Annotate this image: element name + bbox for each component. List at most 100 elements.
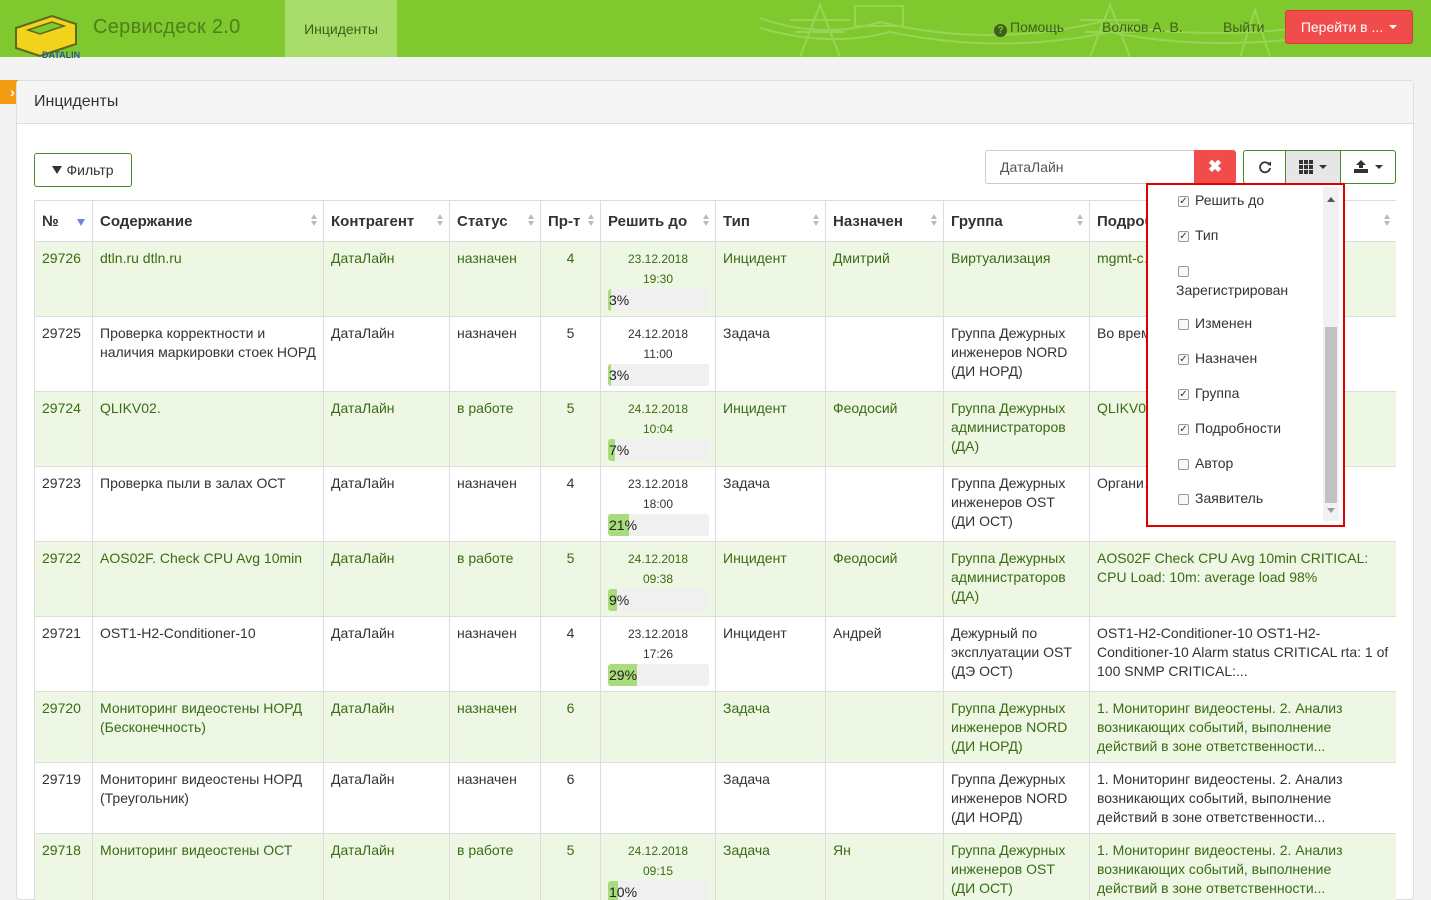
cell-number: 29724 [35,392,93,467]
table-row[interactable]: 29719Мониторинг видеостены НОРД (Треугол… [35,763,1397,834]
col-header-contractor[interactable]: Контрагент [324,201,450,242]
column-option-label[interactable]: Изменен [1195,315,1252,331]
logout-link[interactable]: Выйти [1223,19,1264,35]
table-row[interactable]: 29720Мониторинг видеостены НОРД (Бесконе… [35,692,1397,763]
due-date: 24.12.2018 [608,841,708,861]
svg-text:DATALINE: DATALINE [42,50,80,60]
nav-incidents[interactable]: Инциденты [285,0,397,57]
app-brand[interactable]: Сервисдеск 2.0 [93,16,241,39]
scroll-up-icon[interactable] [1327,197,1335,202]
columns-toggle-button[interactable] [1285,150,1341,184]
cell-type: Задача [716,763,826,834]
cell-details: 1. Мониторинг видеостены. 2. Анализ возн… [1090,763,1397,834]
cell-status: в работе [450,834,541,900]
table-row[interactable]: 29722AOS02F. Check CPU Avg 10minДатаЛайн… [35,542,1397,617]
cell-due: 24.12.201810:047% [601,392,716,467]
cell-priority: 4 [541,617,601,692]
col-header-due[interactable]: Решить до [601,201,716,242]
sla-progress-label: 29% [609,666,637,685]
columns-dropdown-menu: ✓ Решить до ✓ Тип Зарегистрирован Изменен ✓ Наз… [1146,183,1345,527]
cell-priority: 6 [541,763,601,834]
cell-assigned: Феодосий [826,392,944,467]
col-header-label: № [42,213,59,230]
col-header-label: Содержание [100,213,192,230]
sort-icon [588,214,594,226]
grid-icon [1299,160,1313,174]
question-icon: ? [994,24,1007,37]
filter-button[interactable]: Фильтр [34,153,132,187]
chevron-right-icon: › [10,84,15,100]
column-option-label[interactable]: Группа [1195,385,1239,401]
column-checkbox[interactable] [1178,494,1189,505]
sla-progress-label: 3% [609,291,629,310]
export-button[interactable] [1340,150,1396,184]
dropdown-scrollbar[interactable] [1323,187,1339,521]
cell-contractor: ДатаЛайн [324,242,450,317]
scrollbar-thumb[interactable] [1325,327,1337,503]
sort-icon [703,214,709,226]
sla-progress-label: 9% [609,591,629,610]
due-time: 11:00 [608,344,708,364]
column-checkbox[interactable] [1178,266,1189,277]
column-option-label[interactable]: Зарегистрирован [1176,282,1288,298]
col-header-content[interactable]: Содержание [93,201,324,242]
cell-number: 29723 [35,467,93,542]
dataline-logo[interactable]: DATALINE [14,10,80,60]
column-checkbox[interactable] [1178,459,1189,470]
sort-icon [528,214,534,226]
due-time: 10:04 [608,419,708,439]
column-checkbox[interactable]: ✓ [1178,354,1189,365]
clear-search-button[interactable]: ✖ [1194,150,1236,184]
col-header-assigned[interactable]: Назначен [826,201,944,242]
cell-type: Задача [716,317,826,392]
due-date: 23.12.2018 [608,474,708,494]
cell-contractor: ДатаЛайн [324,467,450,542]
column-checkbox[interactable]: ✓ [1178,389,1189,400]
cell-priority: 5 [541,542,601,617]
cell-assigned: Дмитрий [826,242,944,317]
table-row[interactable]: 29721OST1-H2-Conditioner-10ДатаЛайнназна… [35,617,1397,692]
column-option-label[interactable]: Решить до [1195,192,1264,208]
cell-number: 29726 [35,242,93,317]
sort-desc-icon [77,219,85,226]
sort-icon [931,214,937,226]
cell-status: в работе [450,392,541,467]
refresh-button[interactable] [1243,150,1286,184]
col-header-status[interactable]: Статус [450,201,541,242]
cell-number: 29725 [35,317,93,392]
cell-group: Виртуализация [944,242,1090,317]
cell-group: Группа Дежурных инженеров NORD (ДИ НОРД) [944,692,1090,763]
cell-type: Инцидент [716,617,826,692]
cell-group: Дежурный по эксплуатации OST (ДЭ ОСТ) [944,617,1090,692]
sla-progress-label: 7% [609,441,629,460]
col-header-type[interactable]: Тип [716,201,826,242]
cell-type: Инцидент [716,392,826,467]
cell-content: QLIKV02. [93,392,324,467]
cell-status: назначен [450,617,541,692]
col-header-priority[interactable]: Пр-т [541,201,601,242]
column-checkbox[interactable]: ✓ [1178,196,1189,207]
filter-label: Фильтр [66,162,113,178]
column-checkbox[interactable]: ✓ [1178,231,1189,242]
col-header-number[interactable]: № [35,201,93,242]
scroll-down-icon[interactable] [1327,508,1335,513]
column-option-label[interactable]: Автор [1195,455,1233,471]
sort-icon [1384,214,1390,226]
search-input[interactable] [985,150,1195,184]
cell-group: Группа Дежурных инженеров NORD (ДИ НОРД) [944,763,1090,834]
table-row[interactable]: 29718Мониторинг видеостены ОСТДатаЛайнв … [35,834,1397,900]
cell-group: Группа Дежурных инженеров NORD (ДИ НОРД) [944,317,1090,392]
column-option-label[interactable]: Тип [1195,227,1218,243]
column-option-label[interactable]: Назначен [1195,350,1257,366]
cell-assigned: Ян [826,834,944,900]
cell-priority: 5 [541,392,601,467]
user-link[interactable]: Волков А. В. [1102,19,1183,35]
column-option-label[interactable]: Заявитель [1195,490,1263,506]
column-checkbox[interactable] [1178,319,1189,330]
column-checkbox[interactable]: ✓ [1178,424,1189,435]
goto-button[interactable]: Перейти в ... [1285,10,1413,44]
col-header-group[interactable]: Группа [944,201,1090,242]
help-link[interactable]: ?Помощь [994,19,1064,37]
sla-progress-bar: 10% [608,881,709,900]
column-option-label[interactable]: Подробности [1195,420,1281,436]
